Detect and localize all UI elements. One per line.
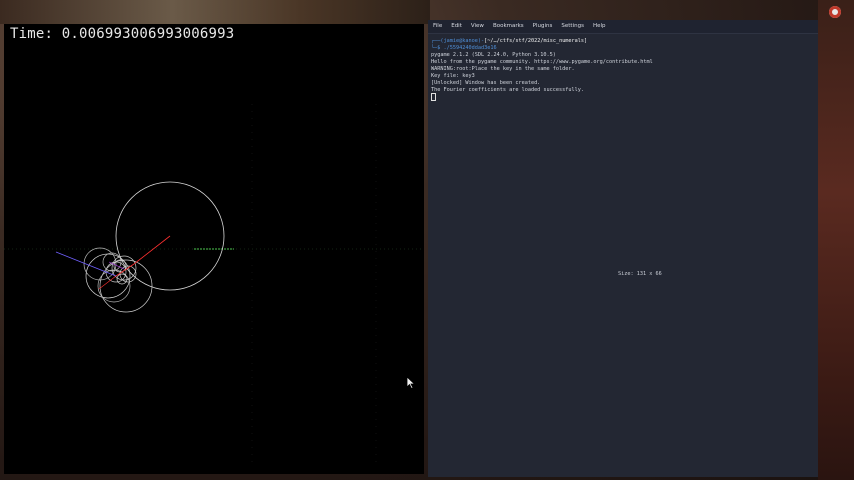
menu-settings[interactable]: Settings [556, 20, 588, 32]
output-line: [Unlocked] Window has been created. [431, 80, 541, 86]
fourier-drawing-canvas [4, 104, 424, 464]
output-line: Key file: key3 [431, 73, 475, 79]
desktop-wallpaper-right [818, 0, 854, 480]
terminal-menubar: File Edit View Bookmarks Plugins Setting… [428, 20, 818, 32]
prompt-user: (jamie@kanoe) [440, 38, 481, 44]
command-prefix: └─$ [431, 45, 444, 51]
terminal-window[interactable]: File Edit View Bookmarks Plugins Setting… [428, 20, 818, 477]
radius-vector [133, 235, 171, 265]
terminal-cursor [431, 93, 436, 102]
system-tray-icon[interactable] [829, 6, 841, 18]
output-line: WARNING:root:Place the key in the same f… [431, 66, 575, 72]
output-line: The Fourier coefficients are loaded succ… [431, 87, 585, 93]
menu-view[interactable]: View [466, 20, 488, 32]
terminal-output[interactable]: ┌──(jamie@kanoe)-[~/…/ctfs/stf/2022/misc… [428, 33, 818, 477]
menu-bookmarks[interactable]: Bookmarks [488, 20, 528, 32]
output-line: pygame 2.1.2 (SDL 2.24.0, Python 3.10.5) [431, 52, 556, 58]
pygame-window[interactable]: Time: 0.006993006993006993 [4, 24, 424, 474]
radius-vector [108, 261, 125, 270]
prompt-line: ┌──(jamie@kanoe)-[~/…/ctfs/stf/2022/misc… [431, 38, 588, 44]
command-text: ./5594240ddad3e16 [443, 45, 497, 51]
epicycle-circle [85, 253, 131, 299]
menu-plugins[interactable]: Plugins [528, 20, 557, 32]
terminal-size-label: Size: 131 x 66 [618, 271, 662, 277]
prompt-path: [~/…/ctfs/stf/2022/misc_numerals] [484, 38, 588, 44]
output-line: Hello from the pygame community. https:/… [431, 59, 653, 65]
desktop-wallpaper-top [0, 0, 430, 24]
mouse-pointer-icon [406, 376, 416, 390]
menu-file[interactable]: File [428, 20, 446, 32]
menu-edit[interactable]: Edit [446, 20, 466, 32]
menu-help[interactable]: Help [588, 20, 610, 32]
command-line: └─$ ./5594240ddad3e16 [431, 45, 497, 51]
